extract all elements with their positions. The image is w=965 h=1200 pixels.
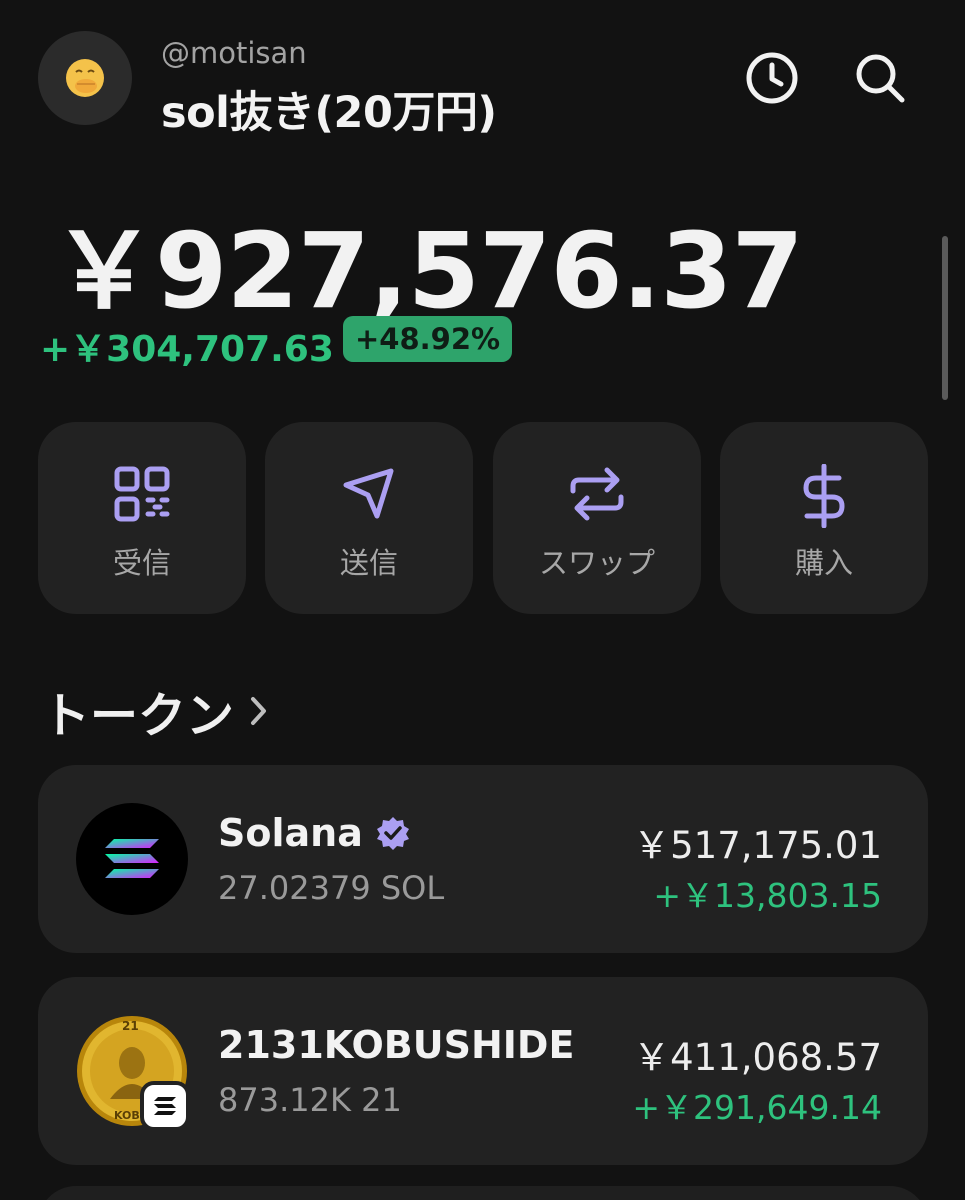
hand-over-mouth-emoji-icon: [66, 59, 104, 97]
token-row-solana[interactable]: Solana 27.02379 SOL ￥517,175.01 +￥13,803…: [38, 765, 928, 953]
token-row-kobushide[interactable]: 21 KOBU 2131KOBUSHIDE 873.12K 21 ￥411,06…: [38, 977, 928, 1165]
token-quantity: 27.02379 SOL: [218, 869, 445, 907]
kobushide-coin-logo: 21 KOBU: [76, 1015, 190, 1131]
search-icon: [856, 54, 905, 103]
header: @motisan sol抜き(20万円): [0, 0, 965, 160]
token-name-text: Solana: [218, 811, 363, 855]
buy-label: 購入: [794, 546, 853, 580]
receive-label: 受信: [112, 546, 171, 580]
token-name-text: 2131KOBUSHIDE: [218, 1023, 575, 1067]
dollar-icon: [720, 464, 928, 528]
account-name[interactable]: sol抜き(20万円): [161, 78, 497, 140]
token-row-partial[interactable]: [38, 1186, 928, 1200]
token-value: ￥517,175.01: [633, 824, 882, 867]
send-label: 送信: [339, 546, 398, 580]
account-avatar[interactable]: [38, 31, 132, 125]
token-value: ￥411,068.57: [633, 1036, 882, 1079]
coin-engraving-number: 21: [122, 1019, 139, 1033]
swap-label: スワップ: [538, 546, 655, 580]
tokens-section-link[interactable]: トークン: [42, 676, 270, 746]
send-button[interactable]: 送信: [265, 422, 473, 614]
receive-button[interactable]: 受信: [38, 422, 246, 614]
qr-code-icon: [38, 464, 246, 524]
search-button[interactable]: [852, 50, 908, 106]
token-gain: +￥291,649.14: [632, 1088, 882, 1127]
token-name: Solana: [218, 811, 411, 855]
token-name: 2131KOBUSHIDE: [218, 1023, 574, 1067]
chevron-right-icon: [248, 694, 270, 728]
solana-logo-icon: [76, 803, 188, 915]
username: @motisan: [161, 36, 307, 70]
clock-icon: [746, 52, 798, 104]
token-quantity: 873.12K 21: [218, 1081, 402, 1119]
balance-change-amount: +￥304,707.63: [40, 329, 334, 370]
total-balance: ￥927,576.37: [52, 210, 804, 332]
swap-button[interactable]: スワップ: [493, 422, 701, 614]
history-button[interactable]: [744, 50, 800, 106]
action-bar: 受信 送信 スワップ 購入: [38, 422, 928, 614]
solana-chain-badge-icon: [140, 1081, 190, 1131]
tokens-section-title: トークン: [42, 688, 235, 744]
scrollbar[interactable]: [942, 236, 948, 400]
token-gain: +￥13,803.15: [653, 876, 882, 915]
balance-change-percent-badge: +48.92%: [343, 316, 513, 362]
buy-button[interactable]: 購入: [720, 422, 928, 614]
send-icon: [265, 464, 473, 524]
verified-badge-icon: [375, 815, 411, 851]
swap-icon: [493, 464, 701, 524]
